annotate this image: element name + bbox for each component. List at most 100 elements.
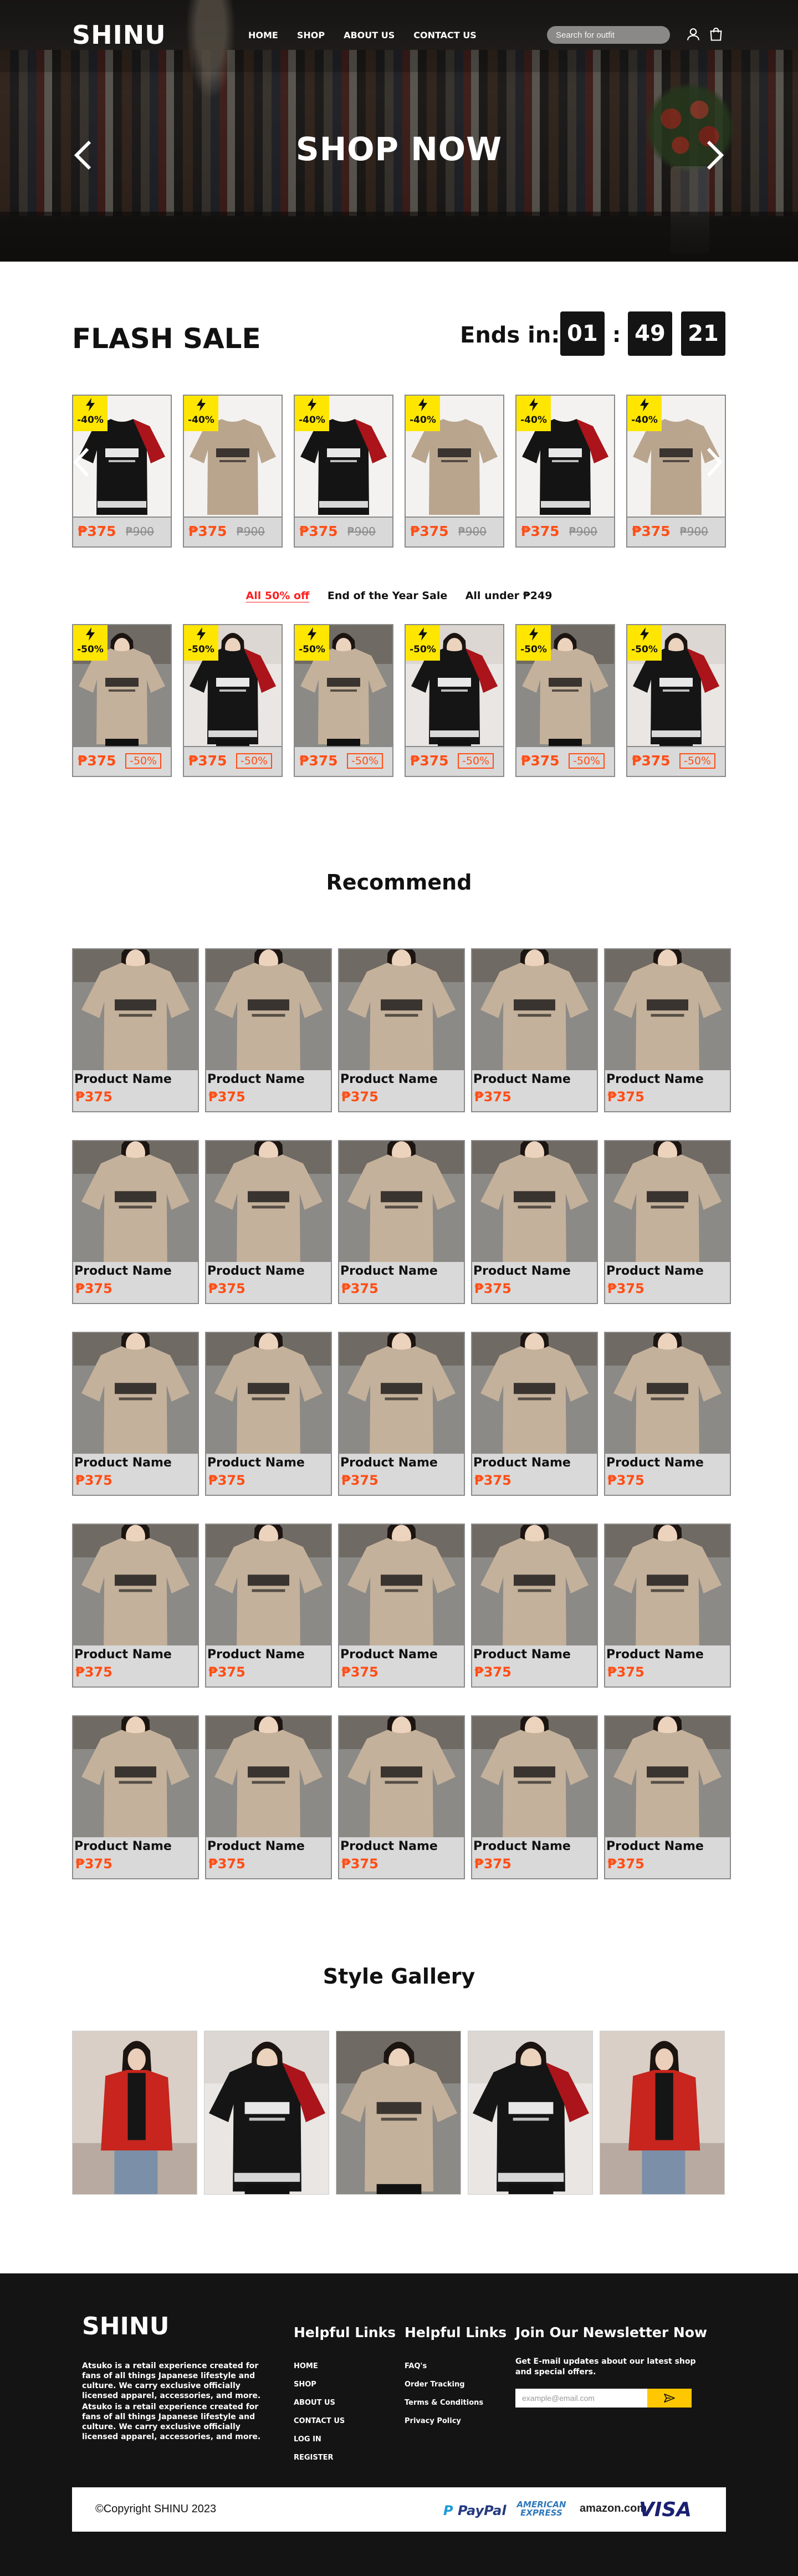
original-price: ₱900 <box>680 525 708 538</box>
recommend-product-card[interactable]: Product Name ₱375 <box>72 1715 199 1879</box>
footer-link-about-us[interactable]: ABOUT US <box>294 2399 345 2407</box>
chevron-left-icon[interactable] <box>71 444 94 480</box>
product-image <box>605 1525 730 1662</box>
product-image <box>339 949 464 1086</box>
recommend-product-card[interactable]: Product Name ₱375 <box>338 1140 465 1304</box>
visa-logo: VISA <box>639 2498 692 2521</box>
nav-about-us[interactable]: ABOUT US <box>344 30 395 40</box>
price-bar: ₱375 -50% <box>627 746 725 776</box>
gallery-image[interactable] <box>72 2031 197 2195</box>
recommend-product-card[interactable]: Product Name ₱375 <box>604 1140 731 1304</box>
discount-tag: -50% <box>458 753 494 769</box>
gallery-image[interactable] <box>468 2031 593 2195</box>
product-price: ₱375 <box>341 1664 378 1680</box>
gallery-image[interactable] <box>204 2031 329 2195</box>
recommend-product-card[interactable]: Product Name ₱375 <box>72 948 199 1112</box>
product-image <box>605 949 730 1086</box>
lightning-icon <box>197 627 206 641</box>
product-image <box>73 949 198 1086</box>
product-image <box>206 949 331 1086</box>
flash-sale-row: -40% ₱375 ₱900 -40% ₱375 ₱900 -40% ₱375 ₱900 -40%… <box>72 395 726 548</box>
product-price: ₱375 <box>474 1856 511 1872</box>
newsletter-send-button[interactable] <box>647 2389 692 2408</box>
lightning-icon <box>418 627 427 641</box>
promo-product-card[interactable]: -50% ₱375 -50% <box>294 624 393 777</box>
footer-link-contact-us[interactable]: CONTACT US <box>294 2417 345 2425</box>
recommend-product-card[interactable]: Product Name ₱375 <box>72 1332 199 1496</box>
product-name: Product Name <box>606 1456 704 1470</box>
search-input[interactable] <box>547 26 670 44</box>
product-name: Product Name <box>340 1456 438 1470</box>
promo-product-card[interactable]: -50% ₱375 -50% <box>72 624 172 777</box>
gallery-image[interactable] <box>600 2031 725 2195</box>
chevron-right-icon[interactable] <box>703 139 727 172</box>
product-name: Product Name <box>207 1264 305 1278</box>
footer-link-faqs[interactable]: FAQ's <box>405 2362 483 2370</box>
nav-shop[interactable]: SHOP <box>297 30 325 40</box>
footer-link-home[interactable]: HOME <box>294 2362 345 2370</box>
footer-link-order-tracking[interactable]: Order Tracking <box>405 2380 483 2389</box>
recommend-product-card[interactable]: Product Name ₱375 <box>205 1332 332 1496</box>
footer-link-log-in[interactable]: LOG IN <box>294 2435 345 2444</box>
product-name: Product Name <box>606 1648 704 1662</box>
recommend-product-card[interactable]: Product Name ₱375 <box>338 948 465 1112</box>
helpful-links-list: FAQ's Order Tracking Terms & Conditions … <box>405 2362 483 2435</box>
recommend-product-card[interactable]: Product Name ₱375 <box>72 1140 199 1304</box>
nav-contact-us[interactable]: CONTACT US <box>413 30 477 40</box>
shopping-bag-icon[interactable] <box>708 27 724 42</box>
recommend-product-card[interactable]: Product Name ₱375 <box>338 1332 465 1496</box>
tab-end-of-year-sale[interactable]: End of the Year Sale <box>328 590 447 602</box>
tab-all-50-off[interactable]: All 50% off <box>246 590 310 602</box>
footer-link-privacy[interactable]: Privacy Policy <box>405 2417 483 2425</box>
discount-badge: -40% <box>184 396 218 431</box>
promo-product-card[interactable]: -50% ₱375 -50% <box>515 624 615 777</box>
recommend-product-card[interactable]: Product Name ₱375 <box>604 1524 731 1688</box>
recommend-product-card[interactable]: Product Name ₱375 <box>205 948 332 1112</box>
discount-percent: -40% <box>631 415 658 426</box>
promo-product-card[interactable]: -50% ₱375 -50% <box>405 624 504 777</box>
hero-title[interactable]: SHOP NOW <box>0 130 798 168</box>
site-logo[interactable]: SHINU <box>72 20 166 50</box>
recommend-product-card[interactable]: Product Name ₱375 <box>604 1332 731 1496</box>
recommend-product-card[interactable]: Product Name ₱375 <box>205 1715 332 1879</box>
promo-product-card[interactable]: -50% ₱375 -50% <box>626 624 726 777</box>
product-image <box>472 1333 597 1470</box>
tab-all-under-249[interactable]: All under ₱249 <box>466 590 553 602</box>
promo-tabs: All 50% off End of the Year Sale All und… <box>0 590 798 602</box>
recommend-product-card[interactable]: Product Name ₱375 <box>72 1524 199 1688</box>
product-image <box>206 1716 331 1853</box>
recommend-product-card[interactable]: Product Name ₱375 <box>471 948 598 1112</box>
discount-badge: -50% <box>516 625 551 661</box>
product-name: Product Name <box>606 1072 704 1086</box>
newsletter-email-input[interactable] <box>515 2389 647 2408</box>
hero-banner: SHINU HOME SHOP ABOUT US CONTACT US SHOP… <box>0 0 798 262</box>
footer-logo[interactable]: SHINU <box>82 2312 169 2340</box>
recommend-product-card[interactable]: Product Name ₱375 <box>604 1715 731 1879</box>
recommend-product-card[interactable]: Product Name ₱375 <box>338 1524 465 1688</box>
recommend-product-card[interactable]: Product Name ₱375 <box>205 1524 332 1688</box>
recommend-product-card[interactable]: Product Name ₱375 <box>471 1140 598 1304</box>
recommend-product-card[interactable]: Product Name ₱375 <box>471 1332 598 1496</box>
recommend-product-card[interactable]: Product Name ₱375 <box>471 1524 598 1688</box>
gallery-image[interactable] <box>336 2031 461 2195</box>
flash-product-card[interactable]: -40% ₱375 ₱900 <box>405 395 504 548</box>
footer-link-shop[interactable]: SHOP <box>294 2380 345 2389</box>
product-name: Product Name <box>606 1264 704 1278</box>
footer-link-terms[interactable]: Terms & Conditions <box>405 2399 483 2407</box>
nav-home[interactable]: HOME <box>248 30 278 40</box>
discount-percent: -40% <box>410 415 436 426</box>
flash-product-card[interactable]: -40% ₱375 ₱900 <box>294 395 393 548</box>
recommend-product-card[interactable]: Product Name ₱375 <box>205 1140 332 1304</box>
chevron-right-icon[interactable] <box>703 444 726 480</box>
user-icon[interactable] <box>686 27 701 42</box>
product-name: Product Name <box>207 1072 305 1086</box>
promo-product-card[interactable]: -50% ₱375 -50% <box>183 624 283 777</box>
footer-link-register[interactable]: REGISTER <box>294 2454 345 2462</box>
recommend-product-card[interactable]: Product Name ₱375 <box>471 1715 598 1879</box>
flash-product-card[interactable]: -40% ₱375 ₱900 <box>183 395 283 548</box>
discount-badge: -50% <box>184 625 218 661</box>
product-price: ₱375 <box>607 1664 644 1680</box>
recommend-product-card[interactable]: Product Name ₱375 <box>604 948 731 1112</box>
flash-product-card[interactable]: -40% ₱375 ₱900 <box>515 395 615 548</box>
recommend-product-card[interactable]: Product Name ₱375 <box>338 1715 465 1879</box>
